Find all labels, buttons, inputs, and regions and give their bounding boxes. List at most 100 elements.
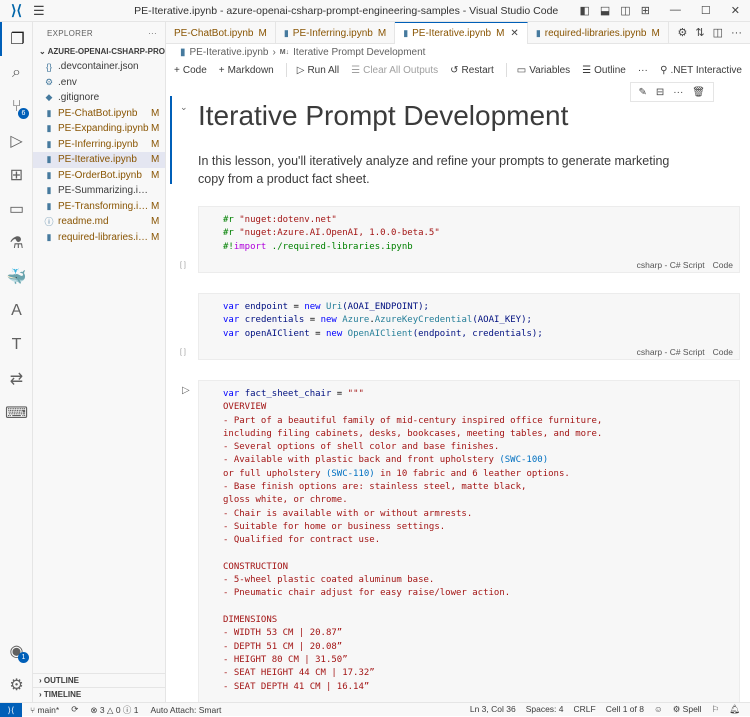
cell-type[interactable]: Code — [713, 260, 733, 270]
toggle-panel-icon[interactable]: ⬓ — [600, 4, 610, 17]
file-item[interactable]: ▮ PE-OrderBot.ipynb M — [33, 168, 165, 184]
auto-attach[interactable]: Auto Attach: Smart — [151, 705, 222, 715]
docker-icon[interactable]: 🐳 — [0, 260, 33, 294]
close-tab-icon[interactable]: ✕ — [510, 28, 518, 39]
settings-gear-icon[interactable]: ⚙ — [0, 668, 33, 702]
file-item[interactable]: {} .devcontainer.json — [33, 59, 165, 75]
remote-icon[interactable]: ⟩⟨ — [0, 702, 22, 717]
file-item[interactable]: ▮ required-libraries.ip... M — [33, 230, 165, 246]
cursor-position[interactable]: Ln 3, Col 36 — [470, 704, 516, 715]
file-item[interactable]: ▮ PE-Iterative.ipynb M — [33, 152, 165, 168]
indentation[interactable]: Spaces: 4 — [526, 704, 564, 715]
spell-check[interactable]: ⚙ Spell — [673, 704, 702, 715]
notifications-bell-icon[interactable]: 🔔︎ — [729, 704, 740, 715]
outline-button[interactable]: ☰ Outline — [582, 65, 626, 76]
restart-button[interactable]: ↺ Restart — [450, 65, 494, 76]
code-token: new — [320, 315, 343, 326]
terminal-icon[interactable]: ⌨ — [0, 396, 33, 430]
teams-icon[interactable]: T — [0, 328, 33, 362]
file-item[interactable]: ▮ PE-Transforming.ip... M — [33, 199, 165, 215]
tab-pe-chatbot[interactable]: PE-ChatBot.ipynb M — [166, 22, 276, 44]
tab-required-libraries[interactable]: ▮ required-libraries.ipynb M — [528, 22, 669, 44]
cell-indicator[interactable]: Cell 1 of 8 — [606, 704, 644, 715]
menu-icon[interactable]: ☰ — [33, 3, 53, 19]
cell-language[interactable]: csharp - C# Script — [637, 260, 705, 270]
code-editor[interactable]: var fact_sheet_chair = """ OVERVIEW - Part… — [199, 381, 739, 694]
clear-outputs-button[interactable]: ☰ Clear All Outputs — [351, 65, 438, 76]
minimize-button[interactable]: — — [670, 4, 681, 17]
code-token: endpoint — [244, 302, 289, 312]
line-ending[interactable]: CRLF — [574, 704, 596, 715]
code-editor[interactable]: var endpoint = new Uri(AOAI_ENDPOINT); va… — [199, 294, 739, 341]
code-token: - 5-wheel plastic coated aluminum base. — [223, 575, 435, 586]
code-token: (AOAI_ENDPOINT); — [342, 302, 429, 312]
ports-icon[interactable]: ⇄ — [0, 362, 33, 396]
explorer-header: EXPLORER — [47, 28, 93, 38]
split-cell-icon[interactable]: ⊟ — [656, 87, 664, 98]
code-editor[interactable]: #r "nuget:dotenv.net" #r "nuget:Azure.AI.… — [199, 207, 739, 254]
copilot-icon[interactable]: ☺ — [654, 704, 663, 715]
code-token: OpenAIClient — [347, 328, 413, 339]
code-cell-2[interactable]: var endpoint = new Uri(AOAI_ENDPOINT); va… — [198, 293, 740, 360]
code-cell-3[interactable]: var fact_sheet_chair = """ OVERVIEW - Part… — [198, 380, 740, 702]
accounts-icon[interactable]: ◉ 1 — [0, 634, 33, 668]
file-item[interactable]: ▮ PE-Inferring.ipynb M — [33, 137, 165, 153]
close-button[interactable]: ✕ — [731, 4, 740, 17]
collapse-chevron-icon[interactable]: ⌄ — [180, 102, 188, 113]
search-icon[interactable]: ⌕ — [0, 56, 33, 90]
more-toolbar-icon[interactable]: ··· — [638, 65, 648, 76]
workspace-root[interactable]: ⌄ AZURE-OPENAI-CSHARP-PRO... — [33, 44, 165, 59]
branch-indicator[interactable]: ⑂ main* — [30, 705, 59, 715]
code-token: - SEAT HEIGHT 44 CM | 17.32” — [223, 668, 375, 679]
code-cell-1[interactable]: #r "nuget:dotenv.net" #r "nuget:Azure.AI.… — [198, 206, 740, 273]
breadcrumb-file[interactable]: PE-Iterative.ipynb — [190, 47, 269, 58]
variables-button[interactable]: ▭ Variables — [517, 65, 570, 76]
timeline-section[interactable]: › TIMELINE — [33, 687, 166, 701]
customize-layout-icon[interactable]: ⊞ — [641, 4, 650, 17]
split-editor-icon[interactable]: ◫ — [713, 26, 723, 39]
file-item[interactable]: ⚙ .env — [33, 75, 165, 91]
tab-pe-inferring[interactable]: ▮ PE-Inferring.ipynb M — [276, 22, 396, 44]
code-token: = — [288, 302, 305, 312]
file-item[interactable]: ▮ PE-Expanding.ipynb M — [33, 121, 165, 137]
source-control-icon[interactable]: ⑂ 6 — [0, 90, 33, 124]
breadcrumb-section[interactable]: Iterative Prompt Development — [293, 47, 425, 58]
run-all-button[interactable]: ▷ Run All — [297, 65, 339, 76]
file-item[interactable]: ▮ PE-ChatBot.ipynb M — [33, 106, 165, 122]
explorer-icon[interactable]: ❐ — [0, 22, 33, 56]
cell-type[interactable]: Code — [713, 347, 733, 357]
testing-icon[interactable]: ⚗ — [0, 226, 33, 260]
file-item[interactable]: ◆ .gitignore — [33, 90, 165, 106]
file-item[interactable]: ⓘ readme.md M — [33, 214, 165, 230]
problems-indicator[interactable]: ⊗ 3 △ 0 ⓘ 1 — [90, 704, 138, 716]
code-token: - DEPTH 51 CM | 20.08” — [223, 641, 343, 652]
more-cell-actions-icon[interactable]: ··· — [673, 87, 683, 98]
extensions-icon[interactable]: ⊞ — [0, 158, 33, 192]
more-actions-icon[interactable]: ··· — [148, 29, 157, 38]
sync-icon[interactable]: ⟳ — [71, 704, 78, 715]
azure-icon[interactable]: A — [0, 294, 33, 328]
workspace-root-label: AZURE-OPENAI-CSHARP-PRO... — [47, 47, 165, 56]
settings-icon[interactable]: ⚙ — [678, 26, 688, 39]
outline-section[interactable]: › OUTLINE — [33, 673, 166, 687]
file-status: M — [151, 107, 160, 119]
file-item[interactable]: ▮ PE-Summarizing.ipynb — [33, 183, 165, 199]
add-code-button[interactable]: + Code — [174, 65, 207, 76]
tab-pe-iterative[interactable]: ▮ PE-Iterative.ipynb M ✕ — [395, 22, 528, 44]
toggle-secondary-sidebar-icon[interactable]: ◫ — [620, 4, 630, 17]
kernel-picker[interactable]: ⚲ .NET Interactive — [660, 65, 742, 76]
feedback-icon[interactable]: ⚐ — [712, 704, 720, 715]
run-debug-icon[interactable]: ▷ — [0, 124, 33, 158]
maximize-button[interactable]: ☐ — [701, 4, 711, 17]
edit-pencil-icon[interactable]: ✎ — [639, 87, 647, 98]
more-actions-icon[interactable]: ··· — [731, 27, 742, 39]
delete-trash-icon[interactable]: 🗑 — [692, 87, 705, 98]
run-cell-icon[interactable]: ▷ — [182, 385, 190, 396]
toggle-sidebar-icon[interactable]: ◧ — [579, 4, 589, 17]
remote-explorer-icon[interactable]: ▭ — [0, 192, 33, 226]
add-markdown-button[interactable]: + Markdown — [219, 65, 274, 76]
compare-changes-icon[interactable]: ⇅ — [695, 26, 704, 39]
cell-language[interactable]: csharp - C# Script — [637, 347, 705, 357]
notebook-icon: ▮ — [46, 138, 52, 149]
